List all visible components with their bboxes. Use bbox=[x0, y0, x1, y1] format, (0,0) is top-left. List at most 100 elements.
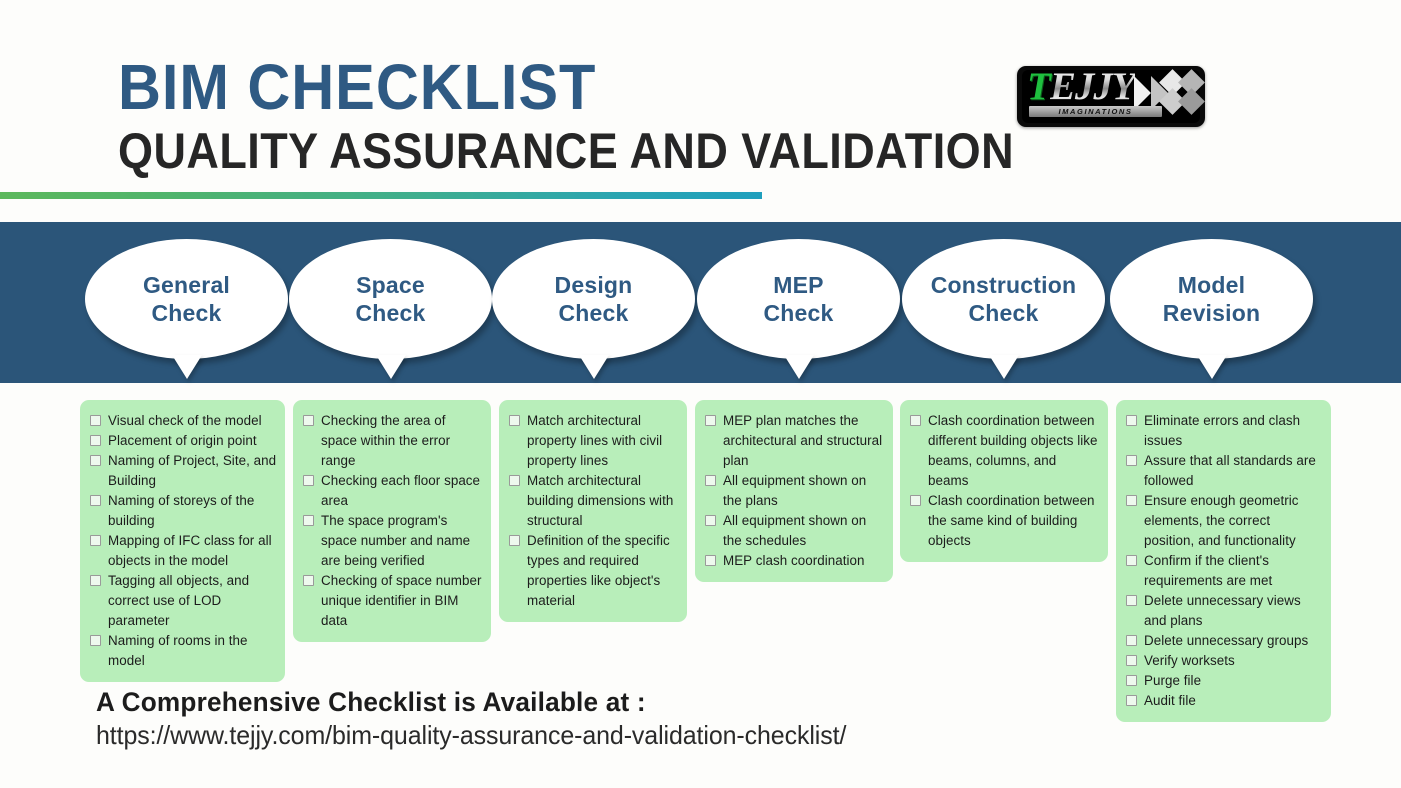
checklist-item[interactable]: Placement of origin point bbox=[90, 431, 277, 451]
checklist-item-label: The space program's space number and nam… bbox=[321, 513, 471, 568]
checkbox-icon[interactable] bbox=[90, 455, 101, 466]
checklist-item[interactable]: The space program's space number and nam… bbox=[303, 511, 483, 571]
checkbox-icon[interactable] bbox=[303, 415, 314, 426]
checkbox-icon[interactable] bbox=[1126, 635, 1137, 646]
bubble-mep-check[interactable]: MEP Check bbox=[697, 239, 900, 379]
checklist-item-label: All equipment shown on the plans bbox=[723, 473, 867, 508]
checklist-item-label: Confirm if the client's requirements are… bbox=[1144, 553, 1273, 588]
checklist-item[interactable]: Eliminate errors and clash issues bbox=[1126, 411, 1323, 451]
checkbox-icon[interactable] bbox=[90, 535, 101, 546]
checkbox-icon[interactable] bbox=[90, 575, 101, 586]
checklist-item-label: Match architectural property lines with … bbox=[527, 413, 663, 468]
checklist-item[interactable]: All equipment shown on the schedules bbox=[705, 511, 885, 551]
chevron-arrow-icon bbox=[1134, 76, 1151, 110]
checkbox-icon[interactable] bbox=[303, 515, 314, 526]
checklist-item-label: Visual check of the model bbox=[108, 413, 262, 428]
gradient-divider bbox=[0, 192, 762, 199]
checklist-item[interactable]: Clash coordination between the same kind… bbox=[910, 491, 1100, 551]
checklist-item-label: Eliminate errors and clash issues bbox=[1144, 413, 1301, 448]
checklist-item[interactable]: Match architectural building dimensions … bbox=[509, 471, 679, 531]
bubble-design-check[interactable]: Design Check bbox=[492, 239, 695, 379]
checklist-item[interactable]: Ensure enough geometric elements, the co… bbox=[1126, 491, 1323, 551]
bubble-model-revision[interactable]: Model Revision bbox=[1110, 239, 1313, 379]
checklist-item[interactable]: Delete unnecessary views and plans bbox=[1126, 591, 1323, 631]
checklist-item-label: Purge file bbox=[1144, 673, 1202, 688]
checkbox-icon[interactable] bbox=[509, 535, 520, 546]
bubble-general-check[interactable]: General Check bbox=[85, 239, 288, 379]
checkbox-icon[interactable] bbox=[1126, 415, 1137, 426]
checkbox-icon[interactable] bbox=[1126, 595, 1137, 606]
checklist-column-general-check: Visual check of the model Placement of or… bbox=[80, 400, 285, 682]
bubble-space-check[interactable]: Space Check bbox=[289, 239, 492, 379]
checklist-item[interactable]: MEP plan matches the architectural and s… bbox=[705, 411, 885, 471]
checkbox-icon[interactable] bbox=[1126, 555, 1137, 566]
checkbox-icon[interactable] bbox=[509, 415, 520, 426]
checkbox-icon[interactable] bbox=[705, 515, 716, 526]
checklist-item[interactable]: Checking the area of space within the er… bbox=[303, 411, 483, 471]
checklist-item[interactable]: Assure that all standards are followed bbox=[1126, 451, 1323, 491]
checklist-item-label: Naming of storeys of the building bbox=[108, 493, 255, 528]
checkbox-icon[interactable] bbox=[1126, 695, 1137, 706]
checkbox-icon[interactable] bbox=[90, 415, 101, 426]
checklist-item[interactable]: Checking each floor space area bbox=[303, 471, 483, 511]
footer-url-link[interactable]: https://www.tejjy.com/bim-quality-assura… bbox=[96, 721, 846, 750]
checkbox-icon[interactable] bbox=[90, 495, 101, 506]
checklist-item[interactable]: Confirm if the client's requirements are… bbox=[1126, 551, 1323, 591]
checkbox-icon[interactable] bbox=[1126, 675, 1137, 686]
checkbox-icon[interactable] bbox=[1126, 495, 1137, 506]
checklist-item[interactable]: All equipment shown on the plans bbox=[705, 471, 885, 511]
checkbox-icon[interactable] bbox=[910, 415, 921, 426]
checklist-item[interactable]: Purge file bbox=[1126, 671, 1323, 691]
checklist-item[interactable]: Mapping of IFC class for all objects in … bbox=[90, 531, 277, 571]
bubble-label: Design Check bbox=[554, 271, 633, 326]
checklist-item-label: Checking of space number unique identifi… bbox=[321, 573, 482, 628]
checkbox-icon[interactable] bbox=[509, 475, 520, 486]
checklist-item-label: Delete unnecessary groups bbox=[1144, 633, 1309, 648]
page-header: BIM CHECKLIST QUALITY ASSURANCE AND VALI… bbox=[0, 0, 1401, 222]
title-block: BIM CHECKLIST QUALITY ASSURANCE AND VALI… bbox=[118, 55, 1114, 178]
checklist-item-label: MEP clash coordination bbox=[723, 553, 865, 568]
checkbox-icon[interactable] bbox=[303, 475, 314, 486]
checklist-item[interactable]: Clash coordination between different bui… bbox=[910, 411, 1100, 491]
checklist-item[interactable]: Audit file bbox=[1126, 691, 1323, 711]
checklist-item-label: Delete unnecessary views and plans bbox=[1144, 593, 1301, 628]
tejjy-logo[interactable]: TEJJY IMAGINATIONS DELIVERED bbox=[1017, 66, 1205, 127]
checkbox-icon[interactable] bbox=[303, 575, 314, 586]
checkbox-icon[interactable] bbox=[90, 635, 101, 646]
bubble-construction-check[interactable]: Construction Check bbox=[902, 239, 1105, 379]
checklist-item-label: Naming of Project, Site, and Building bbox=[108, 453, 277, 488]
checkbox-icon[interactable] bbox=[705, 415, 716, 426]
checklist-item[interactable]: MEP clash coordination bbox=[705, 551, 885, 571]
page-title: BIM CHECKLIST bbox=[118, 51, 597, 123]
checklist-item-label: Checking each floor space area bbox=[321, 473, 481, 508]
category-band: General Check Space Check Design Check MEP C… bbox=[0, 222, 1401, 383]
checkbox-icon[interactable] bbox=[1126, 655, 1137, 666]
checkbox-icon[interactable] bbox=[1126, 455, 1137, 466]
bubble-label: General Check bbox=[142, 271, 231, 326]
checkbox-icon[interactable] bbox=[90, 435, 101, 446]
bubble-label: MEP Check bbox=[763, 271, 834, 326]
checklist-item-label: Audit file bbox=[1144, 693, 1196, 708]
checklist-item[interactable]: Checking of space number unique identifi… bbox=[303, 571, 483, 631]
checklist-item[interactable]: Naming of rooms in the model bbox=[90, 631, 277, 671]
checklist-item[interactable]: Verify worksets bbox=[1126, 651, 1323, 671]
checklist-item-label: Definition of the specific types and req… bbox=[527, 533, 670, 608]
checklist-item-label: Naming of rooms in the model bbox=[108, 633, 248, 668]
checkbox-icon[interactable] bbox=[705, 555, 716, 566]
checkbox-icon[interactable] bbox=[910, 495, 921, 506]
checklist-item[interactable]: Naming of storeys of the building bbox=[90, 491, 277, 531]
checklist-item[interactable]: Definition of the specific types and req… bbox=[509, 531, 679, 611]
checklist-item[interactable]: Visual check of the model bbox=[90, 411, 277, 431]
checklist-item-label: Tagging all objects, and correct use of … bbox=[108, 573, 250, 628]
bubble-tail-icon bbox=[1196, 355, 1227, 379]
bubble-tail-icon bbox=[171, 355, 202, 379]
bubble-tail-icon bbox=[375, 355, 406, 379]
checklist-item[interactable]: Match architectural property lines with … bbox=[509, 411, 679, 471]
checklist-item[interactable]: Delete unnecessary groups bbox=[1126, 631, 1323, 651]
checklist-item-label: Assure that all standards are followed bbox=[1144, 453, 1316, 488]
checklist-column-space-check: Checking the area of space within the er… bbox=[293, 400, 491, 642]
checklist-item[interactable]: Naming of Project, Site, and Building bbox=[90, 451, 277, 491]
checklist-item[interactable]: Tagging all objects, and correct use of … bbox=[90, 571, 277, 631]
checklist-item-label: Clash coordination between the same kind… bbox=[928, 493, 1095, 548]
checkbox-icon[interactable] bbox=[705, 475, 716, 486]
